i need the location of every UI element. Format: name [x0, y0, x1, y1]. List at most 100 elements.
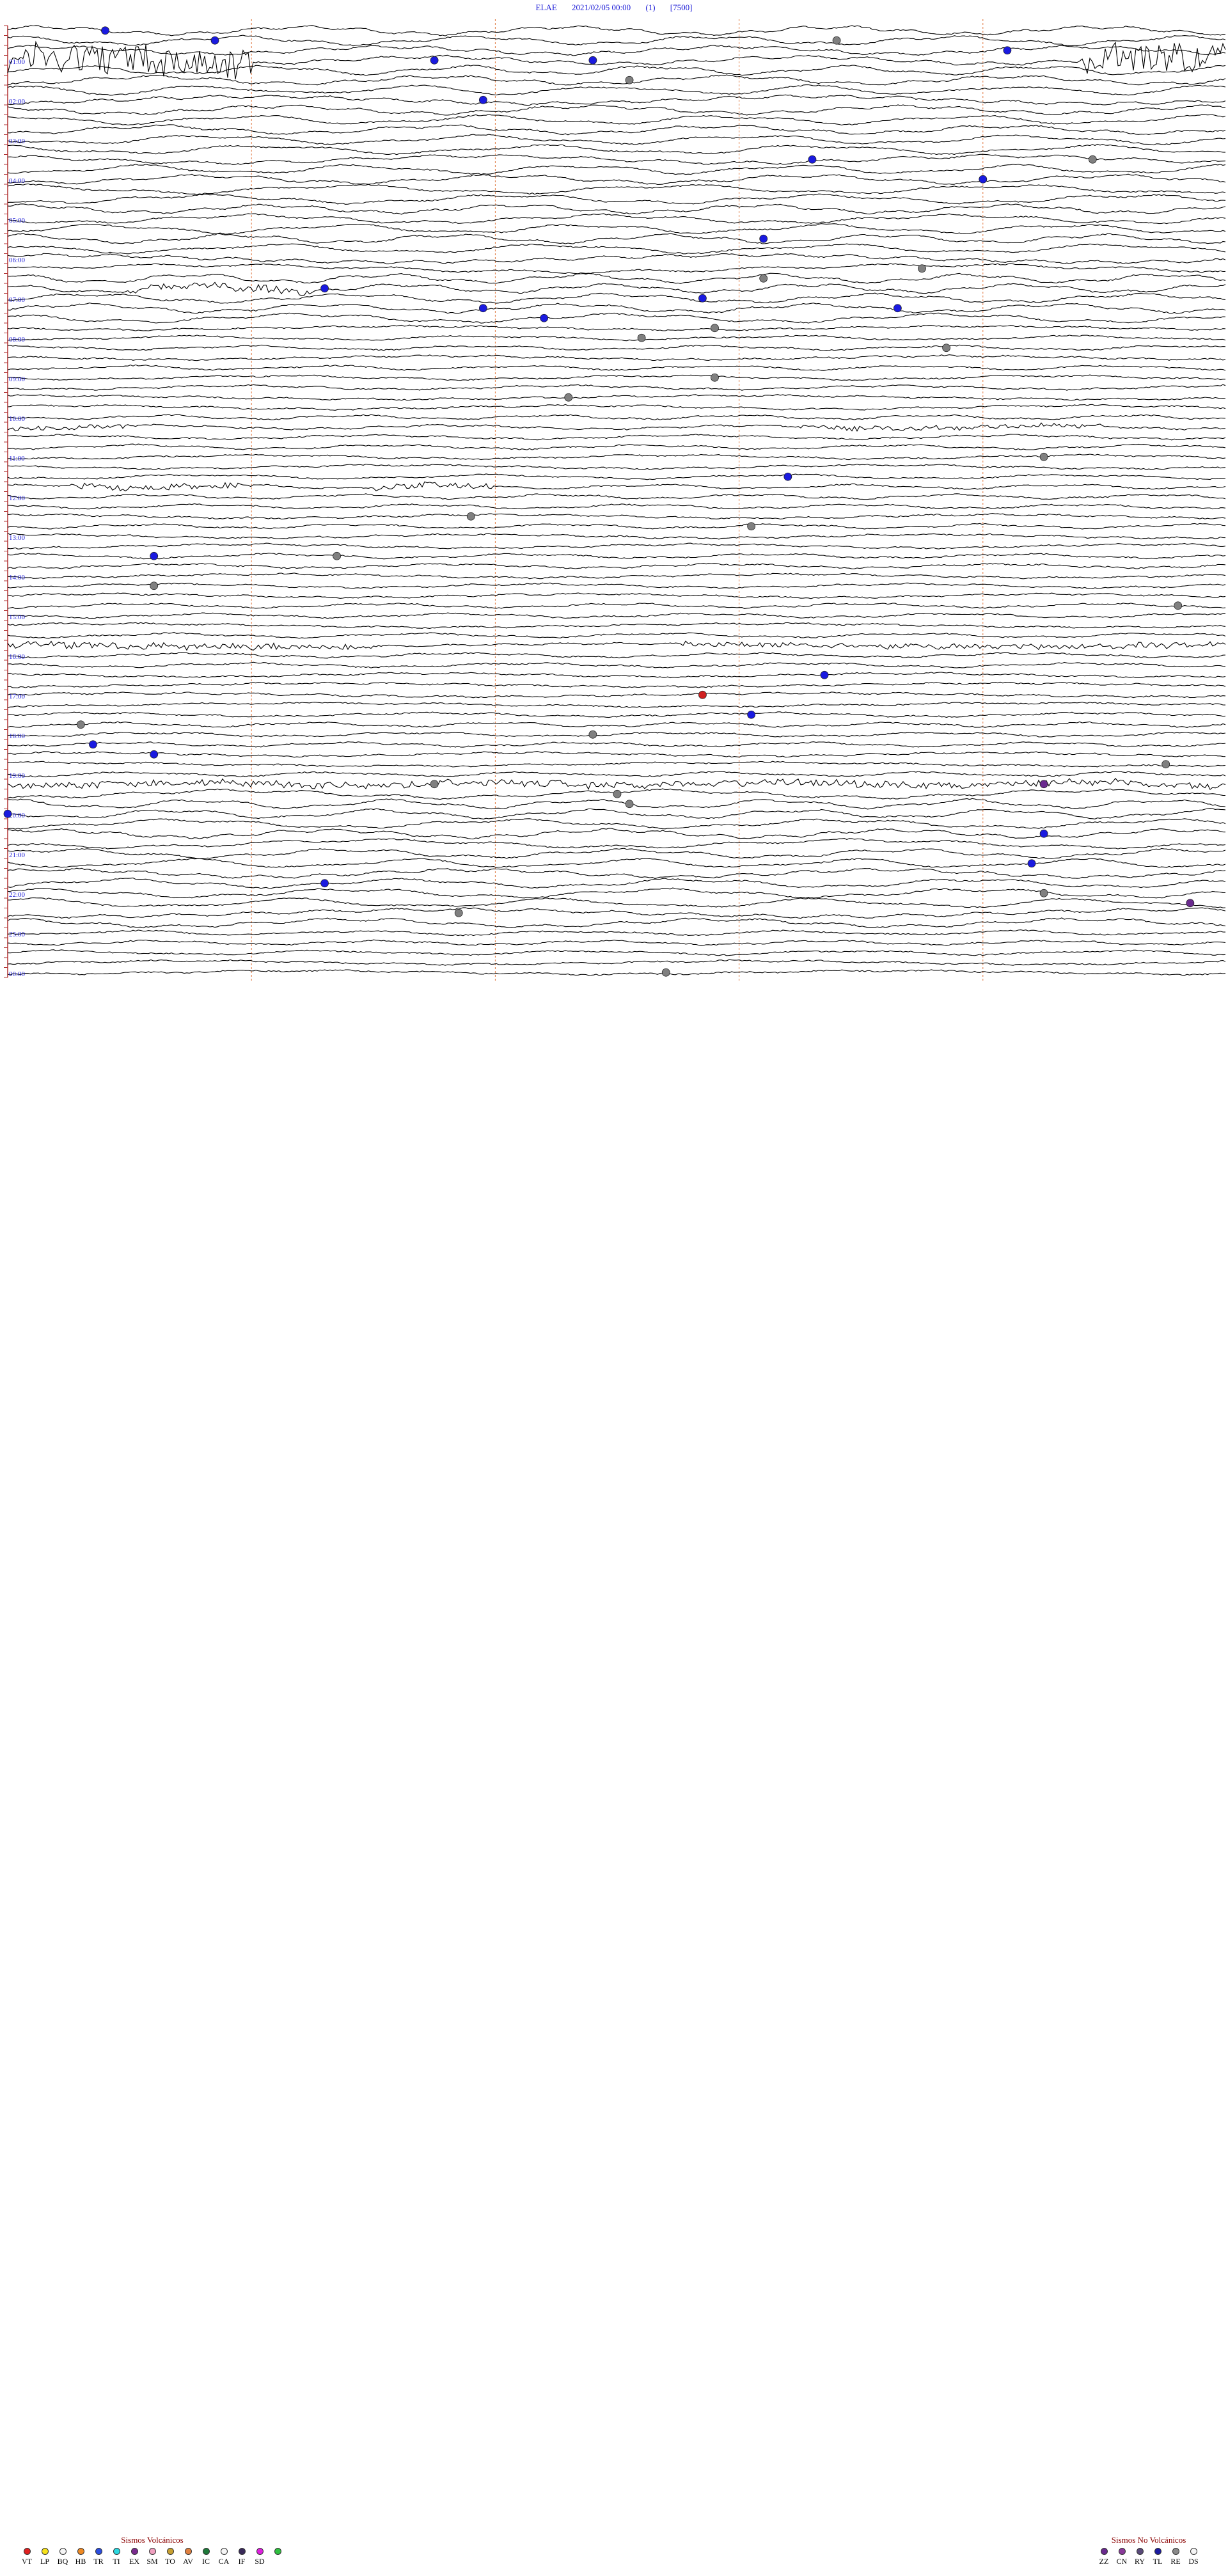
event-marker-re [1039, 889, 1048, 897]
trace-line [7, 233, 1226, 244]
trace-line [7, 25, 1226, 36]
event-marker-re [430, 780, 439, 789]
legend-volcanic-dot-icon [77, 2548, 84, 2555]
trace-line [8, 503, 1226, 510]
event-marker-re [661, 968, 670, 977]
hour-label: 09:00 [9, 375, 26, 383]
event-marker-re [711, 373, 719, 382]
hour-label: 23:00 [9, 931, 26, 938]
legend-non-volcanic-label: CN [1116, 2557, 1128, 2566]
legend-volcanic-dot-icon [256, 2548, 264, 2555]
event-marker-re [1088, 155, 1097, 164]
header-channel: (1) [645, 3, 656, 12]
trace-line [7, 312, 1226, 324]
hour-label: 08:00 [9, 336, 26, 344]
trace-line [7, 354, 1226, 361]
hour-label: 01:00 [9, 58, 26, 66]
legend-volcanic-item: AV [179, 2548, 197, 2566]
trace-line [8, 897, 1226, 908]
legend-volcanic-dot-icon [113, 2548, 120, 2555]
event-marker-tl [3, 809, 12, 818]
hour-label: 14:00 [9, 574, 26, 581]
trace-line [7, 324, 1226, 331]
legend-volcanic-dot-icon [41, 2548, 49, 2555]
trace-line [7, 603, 1226, 609]
legend-volcanic-dot-icon [184, 2548, 192, 2555]
trace-line [7, 661, 1226, 668]
trace-line [7, 84, 1226, 96]
event-marker-tl [430, 56, 439, 65]
hour-label: 07:00 [9, 296, 26, 304]
event-marker-tl [808, 155, 817, 164]
legend-volcanic-label: CA [218, 2557, 230, 2566]
legend-volcanic-label: BQ [57, 2557, 68, 2566]
trace-line [7, 94, 1226, 106]
trace-line [7, 858, 1226, 868]
trace-line [7, 203, 1226, 215]
legend-non-volcanic-item: RY [1131, 2548, 1149, 2566]
trace-line [7, 384, 1226, 391]
trace-line [7, 721, 1226, 728]
legend-volcanic-label: LP [40, 2557, 49, 2566]
trace-line [7, 582, 1226, 589]
hour-label: 02:00 [9, 98, 26, 106]
legend-non-volcanic-item: CN [1113, 2548, 1131, 2566]
event-marker-re [588, 730, 597, 739]
legend-volcanic-label: IF [238, 2557, 246, 2566]
trace-line [7, 404, 1226, 411]
trace-line [7, 414, 1226, 420]
trace-line [7, 35, 1226, 47]
plot-frame [4, 25, 8, 978]
trace-line [7, 939, 1226, 946]
legend-volcanic-item: SD [251, 2548, 269, 2566]
legend-volcanic-item: TI [107, 2548, 125, 2566]
trace-line [7, 173, 1226, 186]
trace-line [7, 672, 1226, 679]
legend-volcanic-label: EX [129, 2557, 139, 2566]
hour-label: 10:00 [9, 415, 26, 423]
legend-volcanic-item: IF [233, 2548, 251, 2566]
event-marker-tl [478, 95, 487, 104]
event-marker-tl [101, 26, 109, 35]
legend-volcanic-item: IC [197, 2548, 215, 2566]
trace-line [7, 493, 1226, 500]
event-marker-tl [979, 175, 988, 184]
trace-line [7, 143, 1226, 155]
legend-volcanic-item [269, 2548, 287, 2566]
trace-line [7, 907, 1226, 919]
legend-volcanic-label: VT [22, 2557, 32, 2566]
legend-volcanic-dot-icon [202, 2548, 210, 2555]
minute-grid-lines [251, 19, 984, 983]
event-marker-re [466, 512, 475, 521]
legend-volcanic-dot-icon [238, 2548, 246, 2555]
legend-non-volcanic: Sismos No Volcánicos ZZ CN RY TL RE DS [1095, 2535, 1202, 2566]
trace-line [7, 553, 1226, 560]
legend-volcanic-title: Sismos Volcánicos [121, 2535, 184, 2545]
trace-line [7, 154, 1226, 165]
hour-label: 15:00 [9, 613, 26, 621]
trace-line [7, 798, 1226, 810]
legend-volcanic-label: SD [255, 2557, 265, 2566]
event-marker-re [711, 324, 719, 333]
trace-line [7, 253, 1226, 265]
trace-line [7, 434, 1226, 441]
event-marker-re [625, 800, 634, 809]
trace-line [7, 422, 1226, 432]
event-marker-re [637, 333, 646, 342]
hour-label: 00:00 [9, 970, 26, 978]
event-marker-tl [1027, 859, 1036, 868]
legend-volcanic-item: TR [90, 2548, 107, 2566]
event-marker-re [150, 581, 159, 590]
legend-non-volcanic-title: Sismos No Volcánicos [1111, 2535, 1186, 2545]
legend-volcanic-dot-icon [220, 2548, 228, 2555]
event-marker-tl [89, 740, 97, 749]
legend-volcanic-item: TO [161, 2548, 179, 2566]
trace-line [7, 681, 1226, 688]
event-marker-tl [1039, 829, 1048, 838]
trace-line [7, 193, 1226, 205]
trace-line [7, 213, 1226, 225]
hour-label: 21:00 [9, 851, 26, 859]
trace-line [7, 74, 1226, 86]
trace-line [7, 374, 1225, 381]
hour-label: 16:00 [9, 653, 26, 661]
